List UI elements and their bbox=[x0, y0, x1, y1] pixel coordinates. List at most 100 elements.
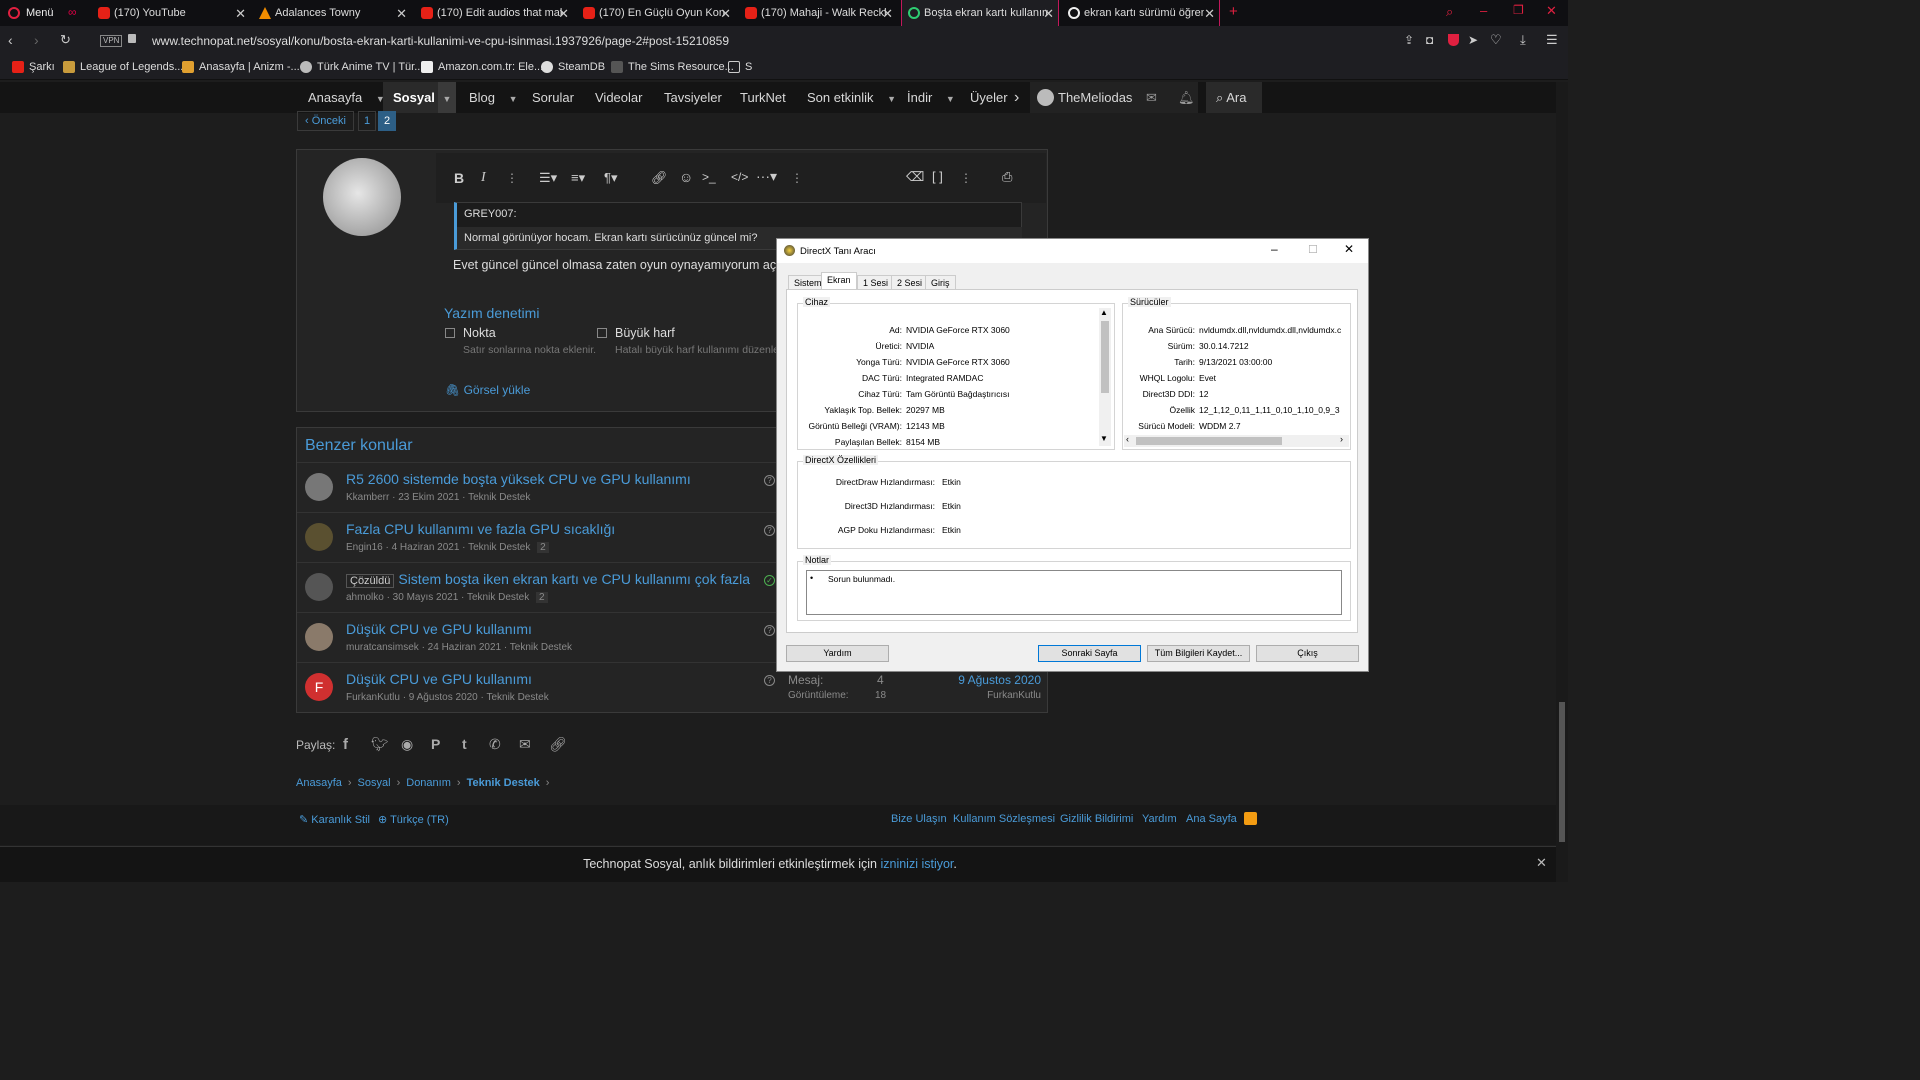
save-all-info-button[interactable]: Tüm Bilgileri Kaydet... bbox=[1147, 645, 1250, 662]
footer-link[interactable]: Yardım bbox=[1142, 813, 1177, 825]
scroll-right-icon[interactable]: › bbox=[1340, 434, 1343, 444]
page-scrollbar[interactable] bbox=[1556, 82, 1568, 882]
nav-item-sorular[interactable]: Sorular bbox=[532, 82, 574, 113]
close-tab-icon[interactable]: ✕ bbox=[558, 6, 569, 22]
facebook-icon[interactable]: f bbox=[343, 736, 348, 753]
heart-icon[interactable]: ♡ bbox=[1490, 32, 1502, 48]
inbox-icon[interactable]: ✉ bbox=[1146, 82, 1157, 113]
pinterest-icon[interactable]: P bbox=[431, 736, 440, 752]
bookmark-folder[interactable]: S bbox=[728, 61, 752, 73]
browser-menu-label[interactable]: Menü bbox=[26, 7, 54, 19]
new-tab-plus-icon[interactable]: + bbox=[1229, 3, 1238, 20]
thread-title[interactable]: Düşük CPU ve GPU kullanımı bbox=[346, 621, 532, 637]
bookmark[interactable]: Türk Anime TV | Tür... bbox=[300, 61, 423, 73]
help-button[interactable]: Yardım bbox=[786, 645, 889, 662]
dx-tab-giris[interactable]: Giriş bbox=[925, 275, 956, 289]
footer-link[interactable]: Ana Sayfa bbox=[1186, 813, 1237, 825]
close-icon[interactable]: ✕ bbox=[1536, 855, 1547, 871]
bookmark[interactable]: SteamDB bbox=[541, 61, 605, 73]
reddit-icon[interactable]: ◉ bbox=[401, 736, 413, 753]
chevron-down-icon[interactable]: ▼ bbox=[946, 94, 955, 104]
bookmark[interactable]: Şarkı bbox=[12, 61, 55, 73]
bookmark[interactable]: Anasayfa | Anizm -... bbox=[182, 61, 300, 73]
pagination-page[interactable]: 1 bbox=[358, 111, 376, 131]
scrollbar-thumb[interactable] bbox=[1101, 321, 1109, 393]
align-icon[interactable]: ≡▾ bbox=[571, 170, 585, 186]
bookmark[interactable]: Amazon.com.tr: Ele... bbox=[421, 61, 543, 73]
url-field[interactable]: www.technopat.net/sosyal/konu/bosta-ekra… bbox=[152, 34, 729, 48]
reload-icon[interactable]: ↻ bbox=[60, 32, 71, 48]
rss-icon[interactable] bbox=[1244, 812, 1257, 825]
notes-box[interactable]: • Sorun bulunmadı. bbox=[806, 570, 1342, 615]
browser-tab[interactable]: (170) Mahaji - Walk Reckle ✕ bbox=[739, 0, 897, 26]
nav-item-tavsiyeler[interactable]: Tavsiyeler bbox=[664, 82, 722, 113]
drivers-hscrollbar[interactable]: ‹ › bbox=[1124, 434, 1349, 447]
image-upload-button[interactable]: 🖇︎ Görsel yükle bbox=[445, 383, 530, 397]
bookmark[interactable]: League of Legends... bbox=[63, 61, 183, 73]
scroll-left-icon[interactable]: ‹ bbox=[1126, 434, 1129, 444]
list-item[interactable]: F Düşük CPU ve GPU kullanımı FurkanKutlu… bbox=[297, 662, 777, 712]
close-tab-icon[interactable]: ✕ bbox=[1204, 6, 1215, 22]
search-button[interactable]: ⌕ Ara bbox=[1206, 82, 1262, 113]
close-tab-icon[interactable]: ✕ bbox=[235, 6, 246, 22]
nav-item-uyeler[interactable]: Üyeler bbox=[970, 82, 1008, 113]
breadcrumb-item[interactable]: Donanım bbox=[406, 777, 451, 789]
code-block-icon[interactable]: </> bbox=[731, 170, 748, 184]
search-tabs-icon[interactable]: ⌕ bbox=[1446, 4, 1453, 20]
breadcrumb-item[interactable]: Teknik Destek bbox=[467, 777, 540, 789]
thread-title[interactable]: Fazla CPU kullanımı ve fazla GPU sıcaklı… bbox=[346, 521, 615, 537]
exit-button[interactable]: Çıkış bbox=[1256, 645, 1359, 662]
close-tab-icon[interactable]: ✕ bbox=[882, 6, 893, 22]
browser-tab[interactable]: (170) YouTube ✕ bbox=[92, 0, 250, 26]
paragraph-icon[interactable]: ¶▾ bbox=[604, 170, 618, 186]
nav-item-son-etkinlik[interactable]: Son etkinlik ▼ bbox=[807, 82, 896, 113]
user-menu[interactable]: TheMeliodas ✉ 🔔︎ bbox=[1030, 82, 1198, 113]
language-chooser[interactable]: ⊕ Türkçe (TR) bbox=[378, 813, 449, 826]
nav-item-indir[interactable]: İndir ▼ bbox=[907, 82, 955, 113]
list-icon[interactable]: ☰▾ bbox=[539, 170, 557, 186]
easy-setup-icon[interactable]: ☰ bbox=[1546, 32, 1558, 48]
nav-item-anasayfa[interactable]: Anasayfa ▼ bbox=[308, 82, 385, 113]
pagination-prev[interactable]: ‹ Önceki bbox=[297, 111, 354, 131]
link-icon[interactable]: 🔗︎ bbox=[651, 170, 668, 186]
reply-text[interactable]: Evet güncel güncel olmasa zaten oyun oyn… bbox=[453, 258, 787, 272]
thread-title[interactable]: Düşük CPU ve GPU kullanımı bbox=[346, 671, 532, 687]
nav-item-videolar[interactable]: Videolar bbox=[595, 82, 642, 113]
close-icon[interactable]: ✕ bbox=[1344, 242, 1354, 256]
close-tab-icon[interactable]: ✕ bbox=[720, 6, 731, 22]
dx-tab-ekran[interactable]: Ekran bbox=[821, 272, 857, 289]
thread-title[interactable]: R5 2600 sistemde boşta yüksek CPU ve GPU… bbox=[346, 471, 691, 487]
footer-link[interactable]: Gizlilik Bildirimi bbox=[1060, 813, 1133, 825]
chevron-down-icon[interactable]: ▼ bbox=[887, 94, 896, 104]
preview-icon[interactable]: ⎙ bbox=[1002, 169, 1012, 185]
vpn-badge[interactable]: VPN bbox=[100, 35, 123, 47]
send-icon[interactable]: ➤ bbox=[1468, 33, 1478, 47]
camera-icon[interactable]: ◘ bbox=[1426, 33, 1433, 47]
thread-title[interactable]: Çözüldü Sistem boşta iken ekran kartı ve … bbox=[346, 571, 750, 588]
emoji-icon[interactable]: ☺ bbox=[679, 169, 693, 185]
list-item[interactable]: Fazla CPU kullanımı ve fazla GPU sıcaklı… bbox=[297, 512, 777, 562]
bell-icon[interactable]: 🔔︎ bbox=[1178, 82, 1195, 113]
breadcrumb-item[interactable]: Sosyal bbox=[358, 777, 391, 789]
browser-tab[interactable]: ekran kartı sürümü öğrenm ✕ bbox=[1062, 0, 1220, 26]
scroll-down-icon[interactable]: ▼ bbox=[1100, 434, 1108, 443]
breadcrumb-item[interactable]: Anasayfa bbox=[296, 777, 342, 789]
forward-icon[interactable]: › bbox=[34, 32, 39, 48]
more-vertical-icon[interactable]: ⋮ bbox=[960, 171, 972, 185]
tumblr-icon[interactable]: t bbox=[462, 736, 467, 752]
list-item[interactable]: Düşük CPU ve GPU kullanımı muratcansimse… bbox=[297, 612, 777, 662]
chevron-down-icon[interactable]: ▼ bbox=[438, 82, 456, 113]
permission-link[interactable]: izninizi istiyor bbox=[880, 857, 953, 871]
more-options-icon[interactable]: ···▾ bbox=[756, 168, 777, 185]
twitter-icon[interactable]: 🐦︎ bbox=[371, 736, 389, 753]
browser-tab[interactable]: (170) Edit audios that make ✕ bbox=[415, 0, 573, 26]
close-tab-icon[interactable]: ✕ bbox=[1043, 6, 1054, 22]
minimize-window-icon[interactable]: – bbox=[1480, 3, 1487, 18]
dx-tab-1-sesi[interactable]: 1 Sesi bbox=[857, 275, 895, 289]
scrollbar-thumb[interactable] bbox=[1559, 702, 1565, 842]
dx-tab-2-sesi[interactable]: 2 Sesi bbox=[891, 275, 929, 289]
browser-tab[interactable]: (170) En Güçlü Oyun Konso ✕ bbox=[577, 0, 735, 26]
link-icon[interactable]: 🔗︎ bbox=[549, 736, 567, 753]
opera-logo-icon[interactable] bbox=[8, 7, 20, 19]
footer-link[interactable]: Bize Ulaşın bbox=[891, 813, 947, 825]
